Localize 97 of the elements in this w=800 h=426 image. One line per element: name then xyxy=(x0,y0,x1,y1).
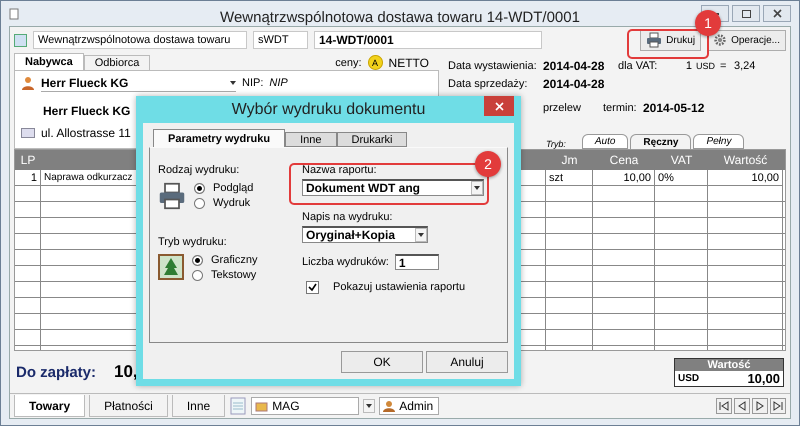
maximize-icon xyxy=(742,10,750,18)
price-type-badge: A xyxy=(368,55,383,70)
bottom-tab[interactable]: Inne xyxy=(172,395,226,417)
radio-button[interactable] xyxy=(192,254,203,266)
document-type-icon xyxy=(14,34,27,46)
customer-name: Herr Flueck KG xyxy=(42,104,130,118)
column-header: Cena xyxy=(608,152,640,169)
copies-label: Liczba wydruków: xyxy=(302,256,389,268)
checkmark-icon xyxy=(308,282,317,292)
radio-button[interactable] xyxy=(192,270,203,280)
vat-label: dla VAT: xyxy=(618,60,658,72)
due-date: 2014-05-12 xyxy=(643,101,706,115)
party-tab[interactable]: Odbiorca xyxy=(84,55,150,70)
address-card-icon xyxy=(21,128,35,138)
column-header: Wartość xyxy=(722,152,768,169)
document-icon xyxy=(9,8,19,20)
payment-method: przelew xyxy=(543,102,582,114)
warehouse-combobox[interactable]: MAG xyxy=(251,397,360,415)
prices-label: ceny: xyxy=(335,56,362,68)
previous-icon xyxy=(737,401,747,411)
customer-address: ul. Allostrasse 11 xyxy=(41,126,131,140)
caption-label: Napis na wydruku: xyxy=(302,211,392,223)
summary-header: Wartość xyxy=(675,358,783,370)
tree-icon xyxy=(158,254,184,280)
checkbox[interactable] xyxy=(306,280,319,294)
caption-combobox[interactable]: Oryginał+Kopia xyxy=(302,226,428,243)
last-icon xyxy=(773,401,783,411)
nip-label: NIP: xyxy=(242,77,264,89)
printer-icon xyxy=(646,32,662,48)
dialog-title: Wybór wydruku dokumentu xyxy=(232,100,426,118)
mode-tab[interactable]: Pełny xyxy=(693,134,744,149)
sale-date: 2014-04-28 xyxy=(543,77,606,91)
column-header: Jm xyxy=(560,152,578,169)
user-button[interactable]: Admin xyxy=(379,397,440,415)
dialog-tab[interactable]: Inne xyxy=(285,132,337,147)
caret-icon xyxy=(474,186,480,190)
mode-tab[interactable]: Ręczny xyxy=(630,134,692,149)
checkbox-label: Pokazuj ustawienia raportu xyxy=(333,281,466,293)
summary-value: 10,00 xyxy=(747,370,780,386)
close-button[interactable] xyxy=(484,96,514,116)
operations-button[interactable]: Operacje... xyxy=(707,30,786,50)
equals-sign: = xyxy=(720,60,728,72)
print-button[interactable]: Drukuj xyxy=(640,30,702,50)
document-type-field: Wewnątrzwspólnotowa dostawa towaru xyxy=(33,31,247,49)
caret-icon xyxy=(418,233,424,237)
first-icon xyxy=(719,401,729,411)
party-tab[interactable]: Nabywca xyxy=(14,53,84,70)
copies-field[interactable]: 1 xyxy=(394,254,439,270)
person-icon xyxy=(21,76,35,90)
first-button[interactable] xyxy=(716,398,732,414)
option-group-label: Tryb wydruku: xyxy=(158,236,227,248)
next-icon xyxy=(755,401,765,411)
window-title: Wewnątrzwspólnotowa dostawa towaru 14-WDT/0001 xyxy=(220,9,580,26)
column-header: VAT xyxy=(670,152,694,169)
radio-label: Wydruk xyxy=(213,197,250,209)
due-date-label: termin: xyxy=(603,102,638,114)
caret-icon xyxy=(230,80,236,84)
radio-label: Tekstowy xyxy=(211,269,256,281)
summary-currency: USD xyxy=(678,372,700,384)
column-header: LP xyxy=(20,152,36,169)
ok-button[interactable]: OK xyxy=(341,351,423,373)
last-button[interactable] xyxy=(770,398,786,414)
nip-value: NIP xyxy=(269,77,288,89)
amount-due: 10, xyxy=(114,362,138,382)
radio-button[interactable] xyxy=(194,198,205,208)
sale-date-label: Data sprzedaży: xyxy=(448,78,528,90)
bottom-tab[interactable]: Towary xyxy=(14,395,86,417)
issue-date: 2014-04-28 xyxy=(543,59,606,73)
dialog-tab[interactable]: Parametry wydruku xyxy=(153,129,286,147)
gear-icon xyxy=(713,33,728,47)
cancel-button[interactable]: Anuluj xyxy=(426,351,508,373)
dialog-tab[interactable]: Drukarki xyxy=(336,132,408,147)
next-button[interactable] xyxy=(752,398,768,414)
boxes-icon xyxy=(255,400,268,412)
maximize-button[interactable] xyxy=(732,5,760,22)
mode-tab[interactable]: Auto xyxy=(582,134,628,149)
close-icon xyxy=(772,9,782,18)
mode-label: Tryb: xyxy=(546,139,566,149)
close-icon xyxy=(494,102,504,110)
printer-icon xyxy=(158,182,186,210)
currency-code: USD xyxy=(695,61,716,71)
radio-button[interactable] xyxy=(194,182,205,194)
report-name-combobox[interactable]: Dokument WDT ang xyxy=(302,179,484,196)
exchange-rate-unit: 1 xyxy=(684,60,692,72)
close-button[interactable] xyxy=(763,5,791,22)
caret-icon xyxy=(366,404,372,408)
previous-button[interactable] xyxy=(734,398,750,414)
exchange-rate: 3,24 xyxy=(734,60,756,72)
radio-label: Graficzny xyxy=(211,254,258,266)
bottom-tab[interactable]: Płatności xyxy=(89,395,168,417)
document-number-field: 14-WDT/0001 xyxy=(314,31,542,49)
customer-combobox[interactable]: Herr Flueck KG xyxy=(41,74,236,92)
issue-date-label: Data wystawienia: xyxy=(448,60,538,72)
amount-due-label: Do zapłaty: xyxy=(16,364,96,380)
series-field: sWDT xyxy=(253,31,308,49)
user-icon xyxy=(383,400,396,412)
price-type: NETTO xyxy=(388,56,429,70)
